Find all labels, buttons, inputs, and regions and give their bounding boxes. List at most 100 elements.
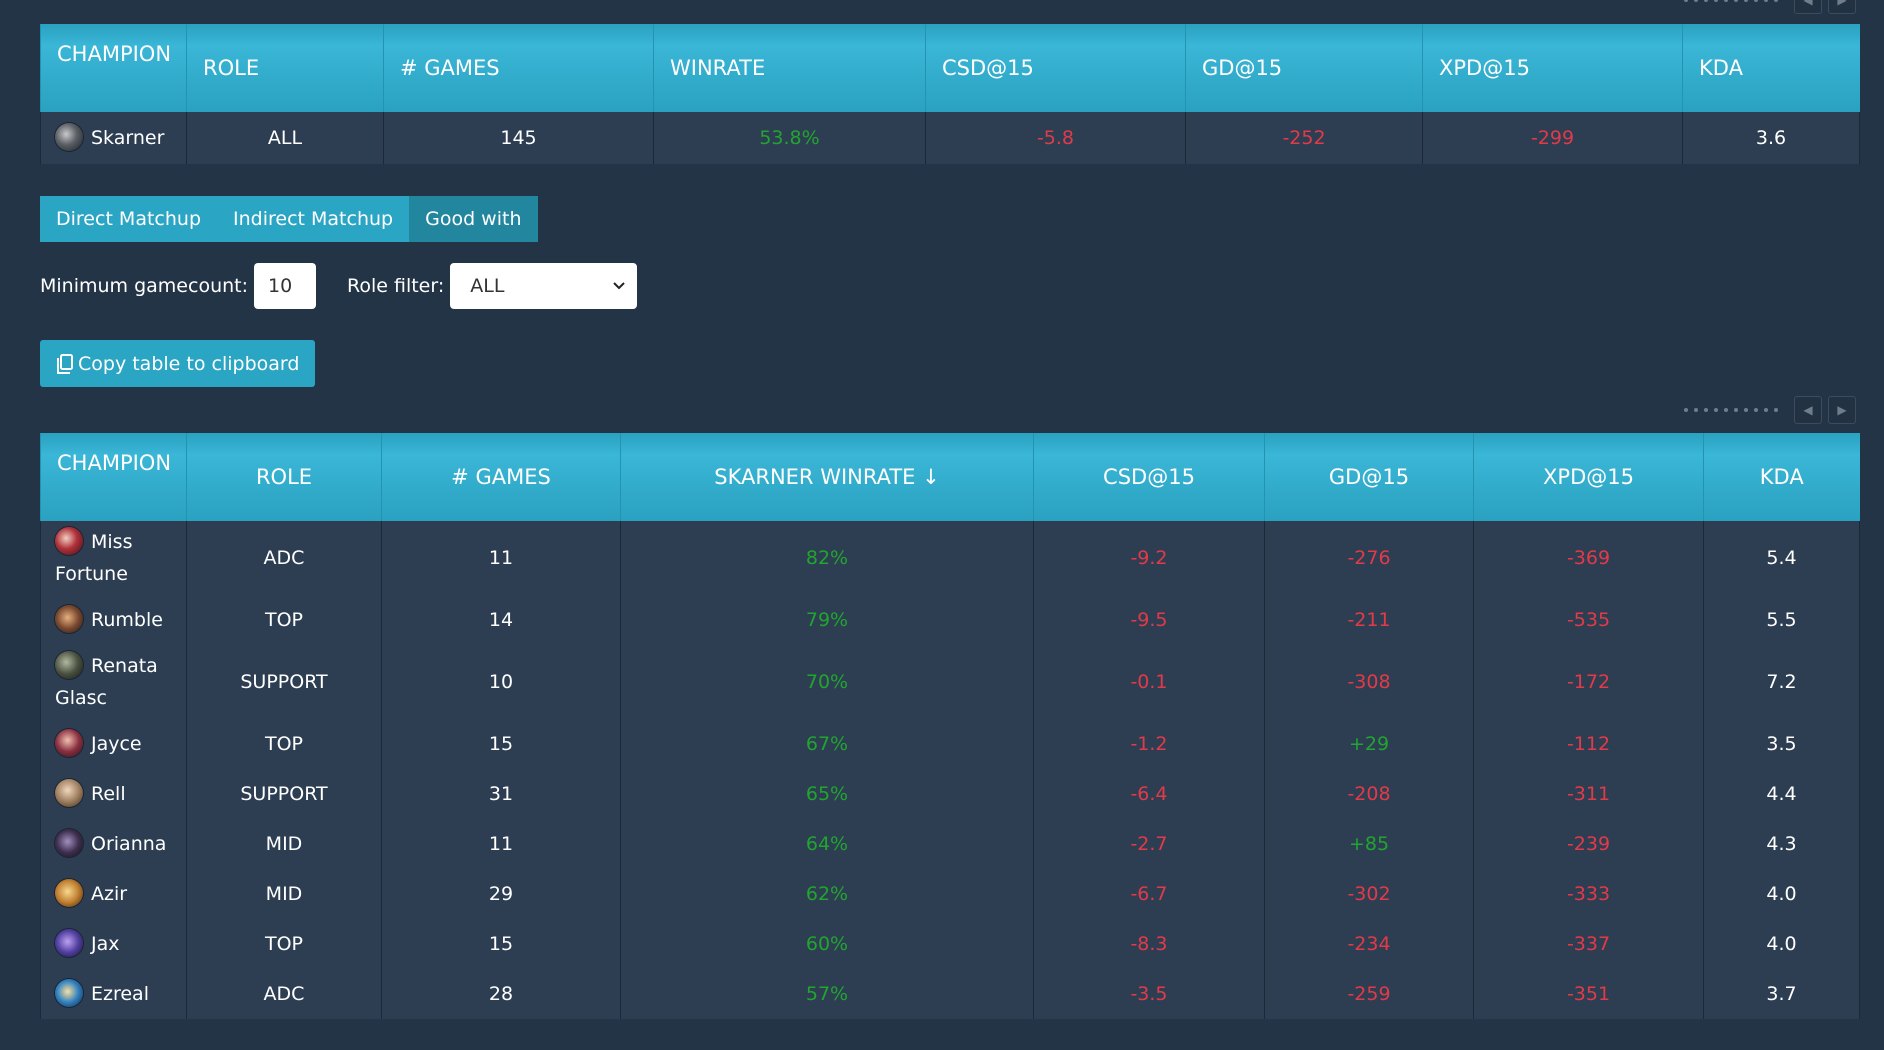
champion-name[interactable]: Ezreal [91, 983, 149, 1005]
champion-avatar [55, 728, 83, 757]
top-table-pager: ◀ ▶ [1684, 0, 1856, 14]
xpd-cell: -239 [1473, 819, 1704, 869]
champion-name[interactable]: Jayce [91, 733, 142, 755]
min-gamecount-input[interactable]: 10 [254, 263, 316, 309]
xpd-cell: -351 [1473, 969, 1704, 1019]
scroll-right-button[interactable]: ▶ [1828, 396, 1856, 424]
gd-cell: -308 [1264, 645, 1474, 719]
champion-avatar [55, 650, 83, 679]
header-xpd15[interactable]: XPD@15 [1422, 24, 1683, 112]
header-champion[interactable]: CHAMPION [40, 24, 187, 112]
header-gd15[interactable]: GD@15 [1264, 433, 1474, 521]
kda-cell: 4.0 [1703, 919, 1860, 969]
gd-cell: -259 [1264, 969, 1474, 1019]
table-row: Rell SUPPORT 31 65% -6.4 -208 -311 4.4 [40, 769, 1860, 819]
champion-cell: Skarner [40, 112, 187, 164]
gd-cell: -302 [1264, 869, 1474, 919]
header-xpd15[interactable]: XPD@15 [1473, 433, 1704, 521]
role-cell: TOP [186, 595, 382, 645]
champion-avatar [55, 978, 83, 1007]
kda-cell: 4.4 [1703, 769, 1860, 819]
header-csd15[interactable]: CSD@15 [1033, 433, 1265, 521]
winrate-cell: 70% [620, 645, 1034, 719]
games-cell: 15 [381, 719, 621, 769]
csd-cell: -8.3 [1033, 919, 1265, 969]
champion-name[interactable]: Rumble [91, 609, 163, 631]
csd-cell: -6.7 [1033, 869, 1265, 919]
tab-good-with[interactable]: Good with [409, 196, 538, 242]
header-gd15[interactable]: GD@15 [1185, 24, 1423, 112]
xpd-cell: -299 [1422, 112, 1683, 164]
table-row: Miss Fortune ADC 11 82% -9.2 -276 -369 5.4 [40, 521, 1860, 595]
scroll-right-button[interactable]: ▶ [1828, 0, 1856, 14]
winrate-cell: 53.8% [653, 112, 926, 164]
winrate-cell: 60% [620, 919, 1034, 969]
header-skarner-winrate[interactable]: SKARNER WINRATE ↓ [620, 433, 1034, 521]
role-filter-label: Role filter: [347, 275, 445, 297]
games-cell: 28 [381, 969, 621, 1019]
champion-avatar [55, 122, 83, 151]
scroll-left-button[interactable]: ◀ [1794, 396, 1822, 424]
champion-cell: Orianna [40, 819, 187, 869]
header-champion[interactable]: CHAMPION [40, 433, 187, 521]
table-body: Miss Fortune ADC 11 82% -9.2 -276 -369 5.4 Rumbl… [40, 521, 1860, 1019]
winrate-cell: 67% [620, 719, 1034, 769]
chevron-down-icon [613, 282, 625, 290]
champion-cell: Renata Glasc [40, 645, 187, 719]
table-row: Jayce TOP 15 67% -1.2 +29 -112 3.5 [40, 719, 1860, 769]
champion-avatar [55, 828, 83, 857]
good-with-table: CHAMPION ROLE # GAMES SKARNER WINRATE ↓ … [40, 433, 1860, 1019]
copy-table-button[interactable]: Copy table to clipboard [40, 340, 316, 387]
champion-name[interactable]: Azir [91, 883, 127, 905]
min-gamecount-label: Minimum gamecount: [40, 275, 248, 297]
table-row: Rumble TOP 14 79% -9.5 -211 -535 5.5 [40, 595, 1860, 645]
winrate-cell: 62% [620, 869, 1034, 919]
tab-direct-matchup[interactable]: Direct Matchup [40, 196, 218, 242]
champion-avatar [55, 928, 83, 957]
winrate-cell: 65% [620, 769, 1034, 819]
csd-cell: -5.8 [925, 112, 1186, 164]
champion-cell: Ezreal [40, 969, 187, 1019]
champion-name[interactable]: Jax [91, 933, 120, 955]
games-cell: 10 [381, 645, 621, 719]
games-cell: 29 [381, 869, 621, 919]
champion-cell: Rumble [40, 595, 187, 645]
winrate-cell: 82% [620, 521, 1034, 595]
gd-cell: -208 [1264, 769, 1474, 819]
kda-cell: 7.2 [1703, 645, 1860, 719]
table-row: Orianna MID 11 64% -2.7 +85 -239 4.3 [40, 819, 1860, 869]
csd-cell: -2.7 [1033, 819, 1265, 869]
role-cell: ADC [186, 521, 382, 595]
header-winrate[interactable]: WINRATE [653, 24, 926, 112]
role-cell: MID [186, 869, 382, 919]
kda-cell: 3.5 [1703, 719, 1860, 769]
scroll-dots [1684, 408, 1778, 412]
header-role[interactable]: ROLE [186, 24, 384, 112]
kda-cell: 5.4 [1703, 521, 1860, 595]
copy-icon [57, 353, 73, 374]
role-filter-select[interactable]: ALL [450, 263, 638, 309]
role-cell: ADC [186, 969, 382, 1019]
champion-name[interactable]: Rell [91, 783, 126, 805]
games-cell: 11 [381, 521, 621, 595]
champion-name: Skarner [91, 127, 165, 149]
header-games[interactable]: # GAMES [383, 24, 654, 112]
xpd-cell: -112 [1473, 719, 1704, 769]
header-role[interactable]: ROLE [186, 433, 382, 521]
scroll-left-button[interactable]: ◀ [1794, 0, 1822, 14]
tab-indirect-matchup[interactable]: Indirect Matchup [217, 196, 410, 242]
header-kda[interactable]: KDA [1682, 24, 1860, 112]
champion-cell: Jax [40, 919, 187, 969]
summary-row: Skarner ALL 145 53.8% -5.8 -252 -299 3.6 [40, 112, 1860, 164]
kda-cell: 4.0 [1703, 869, 1860, 919]
matchup-tabs: Direct Matchup Indirect Matchup Good wit… [40, 196, 538, 242]
header-games[interactable]: # GAMES [381, 433, 621, 521]
xpd-cell: -369 [1473, 521, 1704, 595]
header-kda[interactable]: KDA [1703, 433, 1860, 521]
champion-name[interactable]: Orianna [91, 833, 166, 855]
header-csd15[interactable]: CSD@15 [925, 24, 1186, 112]
kda-cell: 3.6 [1682, 112, 1860, 164]
champion-avatar [55, 526, 83, 555]
champion-avatar [55, 604, 83, 633]
role-cell: TOP [186, 919, 382, 969]
